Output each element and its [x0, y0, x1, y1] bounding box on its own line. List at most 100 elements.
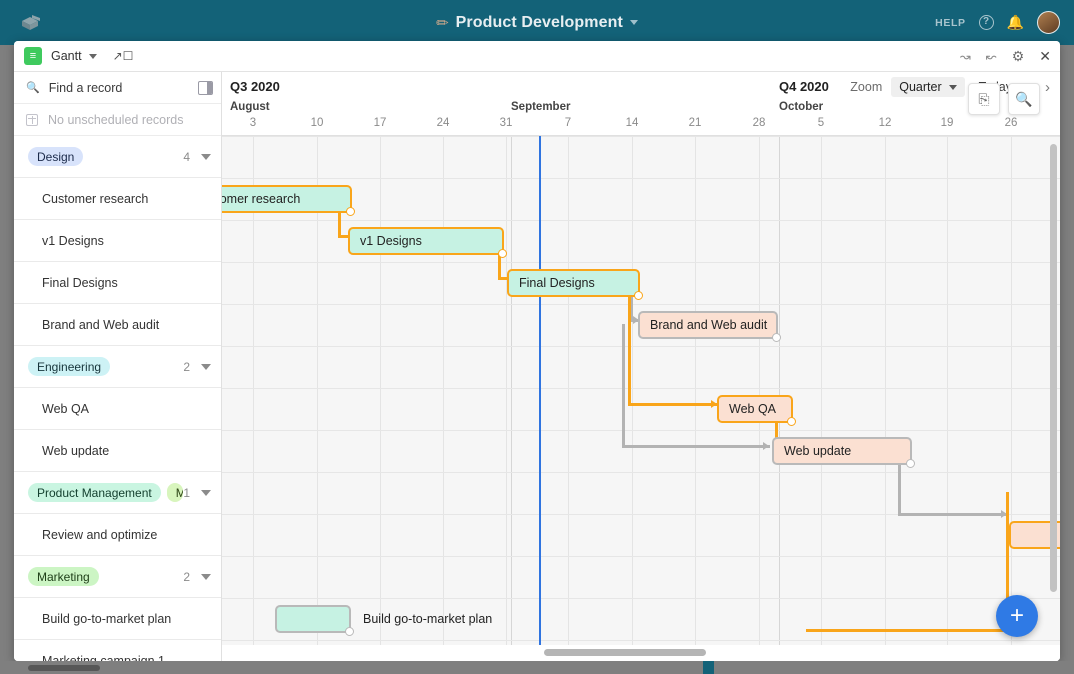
group-row[interactable]: Product ManagementMar1: [14, 472, 221, 514]
gantt-bar-resize-handle[interactable]: [772, 333, 781, 342]
task-name: Build go-to-market plan: [42, 612, 171, 626]
gantt-bar-resize-handle[interactable]: [345, 627, 354, 636]
group-row[interactable]: Design4: [14, 136, 221, 178]
search-input[interactable]: Find a record: [49, 81, 198, 95]
redo-icon[interactable]: ↜: [986, 49, 997, 65]
view-name-label[interactable]: Gantt: [51, 49, 82, 63]
group-row[interactable]: Marketing2: [14, 556, 221, 598]
expanded-view-window: ≡ Gantt ↗☐ ↝ ↜ ⚙ ✕ 🔍 Find a record No un…: [14, 41, 1060, 661]
day-tick-label: 14: [626, 117, 639, 129]
task-row[interactable]: Web QA: [14, 388, 221, 430]
gantt-bar[interactable]: Web QA: [717, 395, 793, 423]
question-circle-icon[interactable]: ?: [979, 15, 994, 30]
dependency-line: [628, 403, 720, 406]
plus-icon: +: [1010, 604, 1024, 628]
grid-line-vertical: [443, 136, 444, 661]
base-title-group[interactable]: ✏ Product Development: [0, 0, 1074, 45]
grid-line-horizontal: [222, 556, 1060, 557]
app-top-bar: ✏ Product Development HELP ? 🔔: [0, 0, 1074, 45]
horizontal-scrollbar-thumb[interactable]: [544, 649, 706, 656]
day-tick-label: 17: [374, 117, 387, 129]
gantt-bar-resize-handle[interactable]: [787, 417, 796, 426]
group-row[interactable]: Engineering2: [14, 346, 221, 388]
gantt-bar-label: Web QA: [729, 402, 776, 416]
page-scrollbar[interactable]: [0, 661, 1074, 674]
app-bar-actions: HELP ? 🔔: [935, 0, 1060, 45]
group-count: 4: [183, 150, 190, 164]
task-name: Customer research: [42, 192, 148, 206]
grid-line-vertical: [695, 136, 696, 661]
avatar[interactable]: [1037, 11, 1060, 34]
grid-line-horizontal: [222, 220, 1060, 221]
search-row[interactable]: 🔍 Find a record: [14, 72, 221, 104]
gantt-bar-label: Web update: [784, 444, 851, 458]
task-row[interactable]: Final Designs: [14, 262, 221, 304]
chevron-down-icon: [949, 85, 957, 90]
table-icon: [26, 114, 38, 126]
grid-line-horizontal: [222, 178, 1060, 179]
gantt-bar[interactable]: v1 Designs: [348, 227, 504, 255]
day-tick-label: 24: [437, 117, 450, 129]
chevron-down-icon[interactable]: [201, 154, 211, 160]
task-name: Review and optimize: [42, 528, 157, 542]
pencil-icon: ✏: [436, 14, 449, 32]
horizontal-scrollbar-track[interactable]: [222, 645, 1060, 661]
day-tick-label: 21: [689, 117, 702, 129]
grid-line-vertical: [821, 136, 822, 661]
chevron-down-icon[interactable]: [201, 490, 211, 496]
gantt-bar-resize-handle[interactable]: [346, 207, 355, 216]
timeline-float-tools: ⎘ 🔍: [968, 83, 1040, 115]
gantt-bar-resize-handle[interactable]: [906, 459, 915, 468]
task-row[interactable]: Build go-to-market plan: [14, 598, 221, 640]
task-row[interactable]: Marketing campaign 1: [14, 640, 221, 661]
grid-line-horizontal: [222, 136, 1060, 137]
gear-icon[interactable]: ⚙: [1012, 48, 1025, 65]
share-external-icon[interactable]: ↗☐: [113, 49, 134, 63]
day-tick-label: 31: [500, 117, 513, 129]
chevron-right-icon[interactable]: ›: [1045, 79, 1050, 96]
dependency-line: [898, 513, 1008, 516]
chevron-down-icon[interactable]: [201, 364, 211, 370]
timeline-body[interactable]: Customer research v1 Designs Final Designs…: [222, 136, 1060, 661]
gantt-view-icon: ≡: [24, 47, 42, 65]
search-icon[interactable]: 🔍: [1008, 83, 1040, 115]
download-circle-icon[interactable]: ⎘: [968, 83, 1000, 115]
grid-line-vertical: [317, 136, 318, 661]
page-scrollbar-thumb[interactable]: [28, 665, 100, 671]
bell-icon[interactable]: 🔔: [1007, 14, 1024, 31]
gantt-bar[interactable]: [275, 605, 351, 633]
gantt-bar[interactable]: Final Designs: [507, 269, 640, 297]
gantt-timeline-panel: Q3 2020Q4 2020 AugustSeptemberOctober 31…: [222, 72, 1060, 661]
chevron-down-icon[interactable]: [89, 54, 97, 59]
unscheduled-records-row: No unscheduled records: [14, 104, 221, 136]
help-button[interactable]: HELP: [935, 17, 965, 29]
gantt-bar[interactable]: Customer research: [222, 185, 352, 213]
day-tick-label: 26: [1005, 117, 1018, 129]
collapse-panel-icon[interactable]: [198, 81, 213, 95]
task-row[interactable]: Customer research: [14, 178, 221, 220]
grid-line-month: [511, 136, 512, 661]
gantt-bar-label: Final Designs: [519, 276, 595, 290]
task-row[interactable]: Brand and Web audit: [14, 304, 221, 346]
gantt-bar-resize-handle[interactable]: [498, 249, 507, 258]
gantt-bar-resize-handle[interactable]: [634, 291, 643, 300]
record-list-panel: 🔍 Find a record No unscheduled records D…: [14, 72, 222, 661]
task-name: Brand and Web audit: [42, 318, 159, 332]
zoom-label: Zoom: [850, 80, 882, 94]
add-record-button[interactable]: +: [996, 595, 1038, 637]
gantt-bar-external-label: Build go-to-market plan: [363, 612, 492, 626]
zoom-level-select[interactable]: Quarter: [891, 77, 964, 97]
undo-icon[interactable]: ↝: [960, 49, 971, 65]
task-row[interactable]: v1 Designs: [14, 220, 221, 262]
task-row[interactable]: Web update: [14, 430, 221, 472]
task-name: Web QA: [42, 402, 89, 416]
chevron-down-icon[interactable]: [630, 20, 638, 25]
task-name: Web update: [42, 444, 109, 458]
close-icon[interactable]: ✕: [1039, 48, 1051, 65]
gantt-bar-label: v1 Designs: [360, 234, 422, 248]
task-row[interactable]: Review and optimize: [14, 514, 221, 556]
vertical-scrollbar[interactable]: [1050, 144, 1057, 592]
chevron-down-icon[interactable]: [201, 574, 211, 580]
gantt-bar[interactable]: Web update: [772, 437, 912, 465]
gantt-bar[interactable]: Brand and Web audit: [638, 311, 778, 339]
